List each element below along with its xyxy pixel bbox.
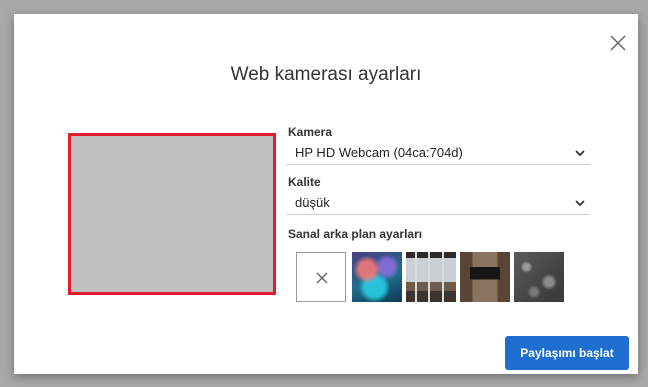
camera-select[interactable]: HP HD Webcam (04ca:704d) — [286, 142, 590, 165]
close-button[interactable] — [608, 33, 628, 53]
office-background-thumbnail[interactable] — [406, 252, 456, 302]
chevron-down-icon — [575, 150, 585, 157]
quality-select[interactable]: düşük — [286, 192, 590, 215]
no-background-icon — [316, 272, 328, 284]
living-room-background-thumbnail[interactable] — [460, 252, 510, 302]
bokeh-background-thumbnail[interactable] — [352, 252, 402, 302]
dialog-title: Web kamerası ayarları — [230, 64, 422, 85]
quality-label: Kalite — [288, 175, 321, 189]
stone-background-thumbnail[interactable] — [514, 252, 564, 302]
start-sharing-button[interactable]: Paylaşımı başlat — [505, 336, 629, 370]
camera-select-value: HP HD Webcam (04ca:704d) — [295, 145, 463, 160]
webcam-settings-dialog: Web kamerası ayarları Kamera HP HD Webca… — [14, 14, 638, 374]
no-background-option[interactable] — [296, 252, 346, 302]
camera-preview — [68, 133, 276, 295]
close-icon — [610, 35, 626, 51]
camera-label: Kamera — [288, 125, 333, 139]
chevron-down-icon — [575, 200, 585, 207]
quality-select-value: düşük — [295, 195, 330, 210]
virtual-background-label: Sanal arka plan ayarları — [288, 227, 423, 241]
